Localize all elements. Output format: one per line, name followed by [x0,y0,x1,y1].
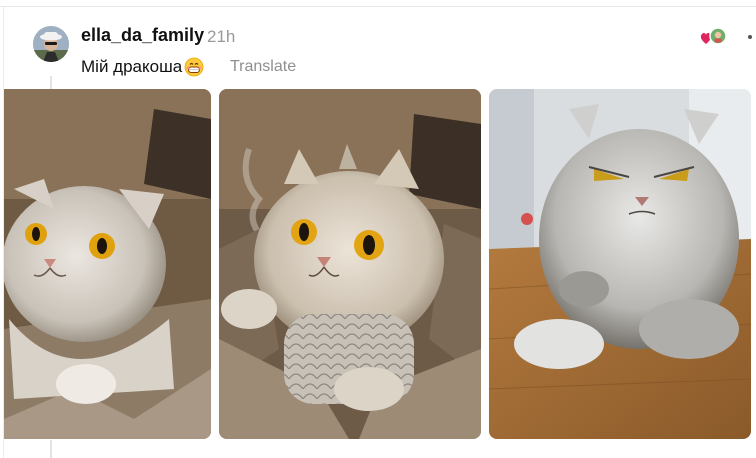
post-caption-text: Мій дракоша [81,57,183,76]
author-username[interactable]: ella_da_family [81,25,204,46]
post-image-1[interactable] [4,89,211,439]
post-image-2[interactable] [219,89,481,439]
avatar-image [33,26,69,62]
post-image-3[interactable] [489,89,751,439]
post-caption: Мій дракоша [81,57,204,77]
avatar[interactable] [33,26,69,62]
reactions-indicator[interactable] [700,27,728,47]
grumpy-cat-photo [489,89,751,439]
more-options-icon[interactable] [745,27,755,47]
top-divider [0,6,756,7]
thread-line [50,76,52,90]
translate-link[interactable]: Translate [230,58,296,76]
thread-line [50,440,52,458]
dragon-cat-illustration [219,89,481,439]
grinning-face-emoji [184,57,204,77]
post-timestamp[interactable]: 21h [207,27,235,47]
cat-photo [4,89,211,439]
